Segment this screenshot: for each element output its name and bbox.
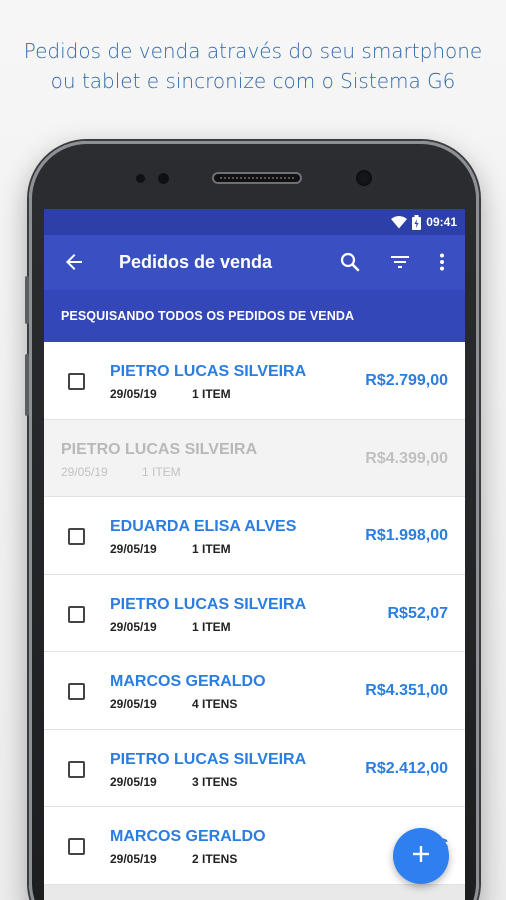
order-checkbox[interactable] <box>68 683 85 700</box>
promo-headline: Pedidos de venda através do seu smartpho… <box>0 36 506 96</box>
order-total: R$52,07 <box>387 604 449 622</box>
order-row[interactable]: PIETRO LUCAS SILVEIRA 29/05/19 1 ITEM R$… <box>44 342 465 420</box>
earpiece-speaker <box>212 172 302 184</box>
order-date: 29/05/19 <box>61 464 108 479</box>
item-count: 1 ITEM <box>192 619 231 634</box>
item-count: 1 ITEM <box>142 464 181 479</box>
customer-name: EDUARDA ELISA ALVES <box>110 518 297 535</box>
front-camera <box>354 168 374 188</box>
order-checkbox[interactable] <box>68 838 85 855</box>
item-count: 3 ITENS <box>192 774 238 789</box>
back-arrow-icon[interactable] <box>62 250 86 274</box>
status-bar: 09:41 <box>44 209 465 235</box>
order-checkbox[interactable] <box>68 760 85 778</box>
order-date: 29/05/19 <box>110 852 157 866</box>
customer-name: MARCOS GERALDO <box>110 828 266 845</box>
order-checkbox[interactable] <box>68 528 85 545</box>
search-scope-header: PESQUISANDO TODOS OS PEDIDOS DE VENDA <box>44 290 465 342</box>
phone-side-button <box>25 354 29 416</box>
order-date: 29/05/19 <box>110 774 157 789</box>
order-row[interactable]: PIETRO LUCAS SILVEIRA 29/05/19 3 ITENS R… <box>44 729 465 807</box>
order-row-disabled[interactable]: PIETRO LUCAS SILVEIRA 29/05/19 1 ITEM R$… <box>44 419 465 497</box>
item-count: 1 ITEM <box>192 387 231 401</box>
add-order-button[interactable] <box>393 828 449 884</box>
filter-icon[interactable] <box>388 250 412 274</box>
wifi-icon <box>391 215 408 229</box>
order-total: R$4.399,00 <box>365 449 448 467</box>
order-date: 29/05/19 <box>110 387 157 401</box>
item-count: 1 ITEM <box>192 542 231 556</box>
sensor-dot <box>136 174 145 183</box>
order-total: R$2.799,00 <box>365 372 448 389</box>
order-date: 29/05/19 <box>110 542 157 556</box>
order-date: 29/05/19 <box>110 619 157 634</box>
customer-name: MARCOS GERALDO <box>110 673 266 690</box>
order-total: R$2.412,00 <box>365 759 448 777</box>
order-row[interactable]: MARCOS GERALDO 29/05/19 4 ITENS R$4.351,… <box>44 652 465 730</box>
item-count: 2 ITENS <box>192 852 238 866</box>
status-time: 09:41 <box>426 215 457 229</box>
order-total: R$1.998,00 <box>365 527 448 544</box>
item-count: 4 ITENS <box>192 697 238 711</box>
order-row[interactable]: PIETRO LUCAS SILVEIRA 29/05/19 1 ITEM R$… <box>44 574 465 652</box>
app-screen: 09:41 Pedidos de venda PESQUISANDO TODOS… <box>44 209 465 900</box>
page-title: Pedidos de venda <box>119 252 273 272</box>
more-vert-icon[interactable] <box>430 250 454 274</box>
order-total: R$4.351,00 <box>365 682 448 699</box>
order-checkbox[interactable] <box>68 605 85 623</box>
customer-name: PIETRO LUCAS SILVEIRA <box>61 440 258 458</box>
app-bar: Pedidos de venda <box>44 235 465 290</box>
order-date: 29/05/19 <box>110 697 157 711</box>
order-checkbox[interactable] <box>68 373 85 390</box>
promo-headline-line2: ou tablet e sincronize com o Sistema G6 <box>50 69 456 93</box>
promo-headline-line1: Pedidos de venda através do seu smartpho… <box>23 39 483 63</box>
customer-name: PIETRO LUCAS SILVEIRA <box>110 750 307 768</box>
order-row[interactable]: EDUARDA ELISA ALVES 29/05/19 1 ITEM R$1.… <box>44 497 465 575</box>
battery-icon <box>412 214 422 230</box>
orders-list: PIETRO LUCAS SILVEIRA 29/05/19 1 ITEM R$… <box>44 342 465 885</box>
phone-side-button <box>25 276 29 324</box>
plus-icon <box>411 844 431 869</box>
sensor-dot <box>158 173 169 184</box>
customer-name: PIETRO LUCAS SILVEIRA <box>110 595 307 613</box>
search-icon[interactable] <box>338 250 362 274</box>
customer-name: PIETRO LUCAS SILVEIRA <box>110 363 307 380</box>
